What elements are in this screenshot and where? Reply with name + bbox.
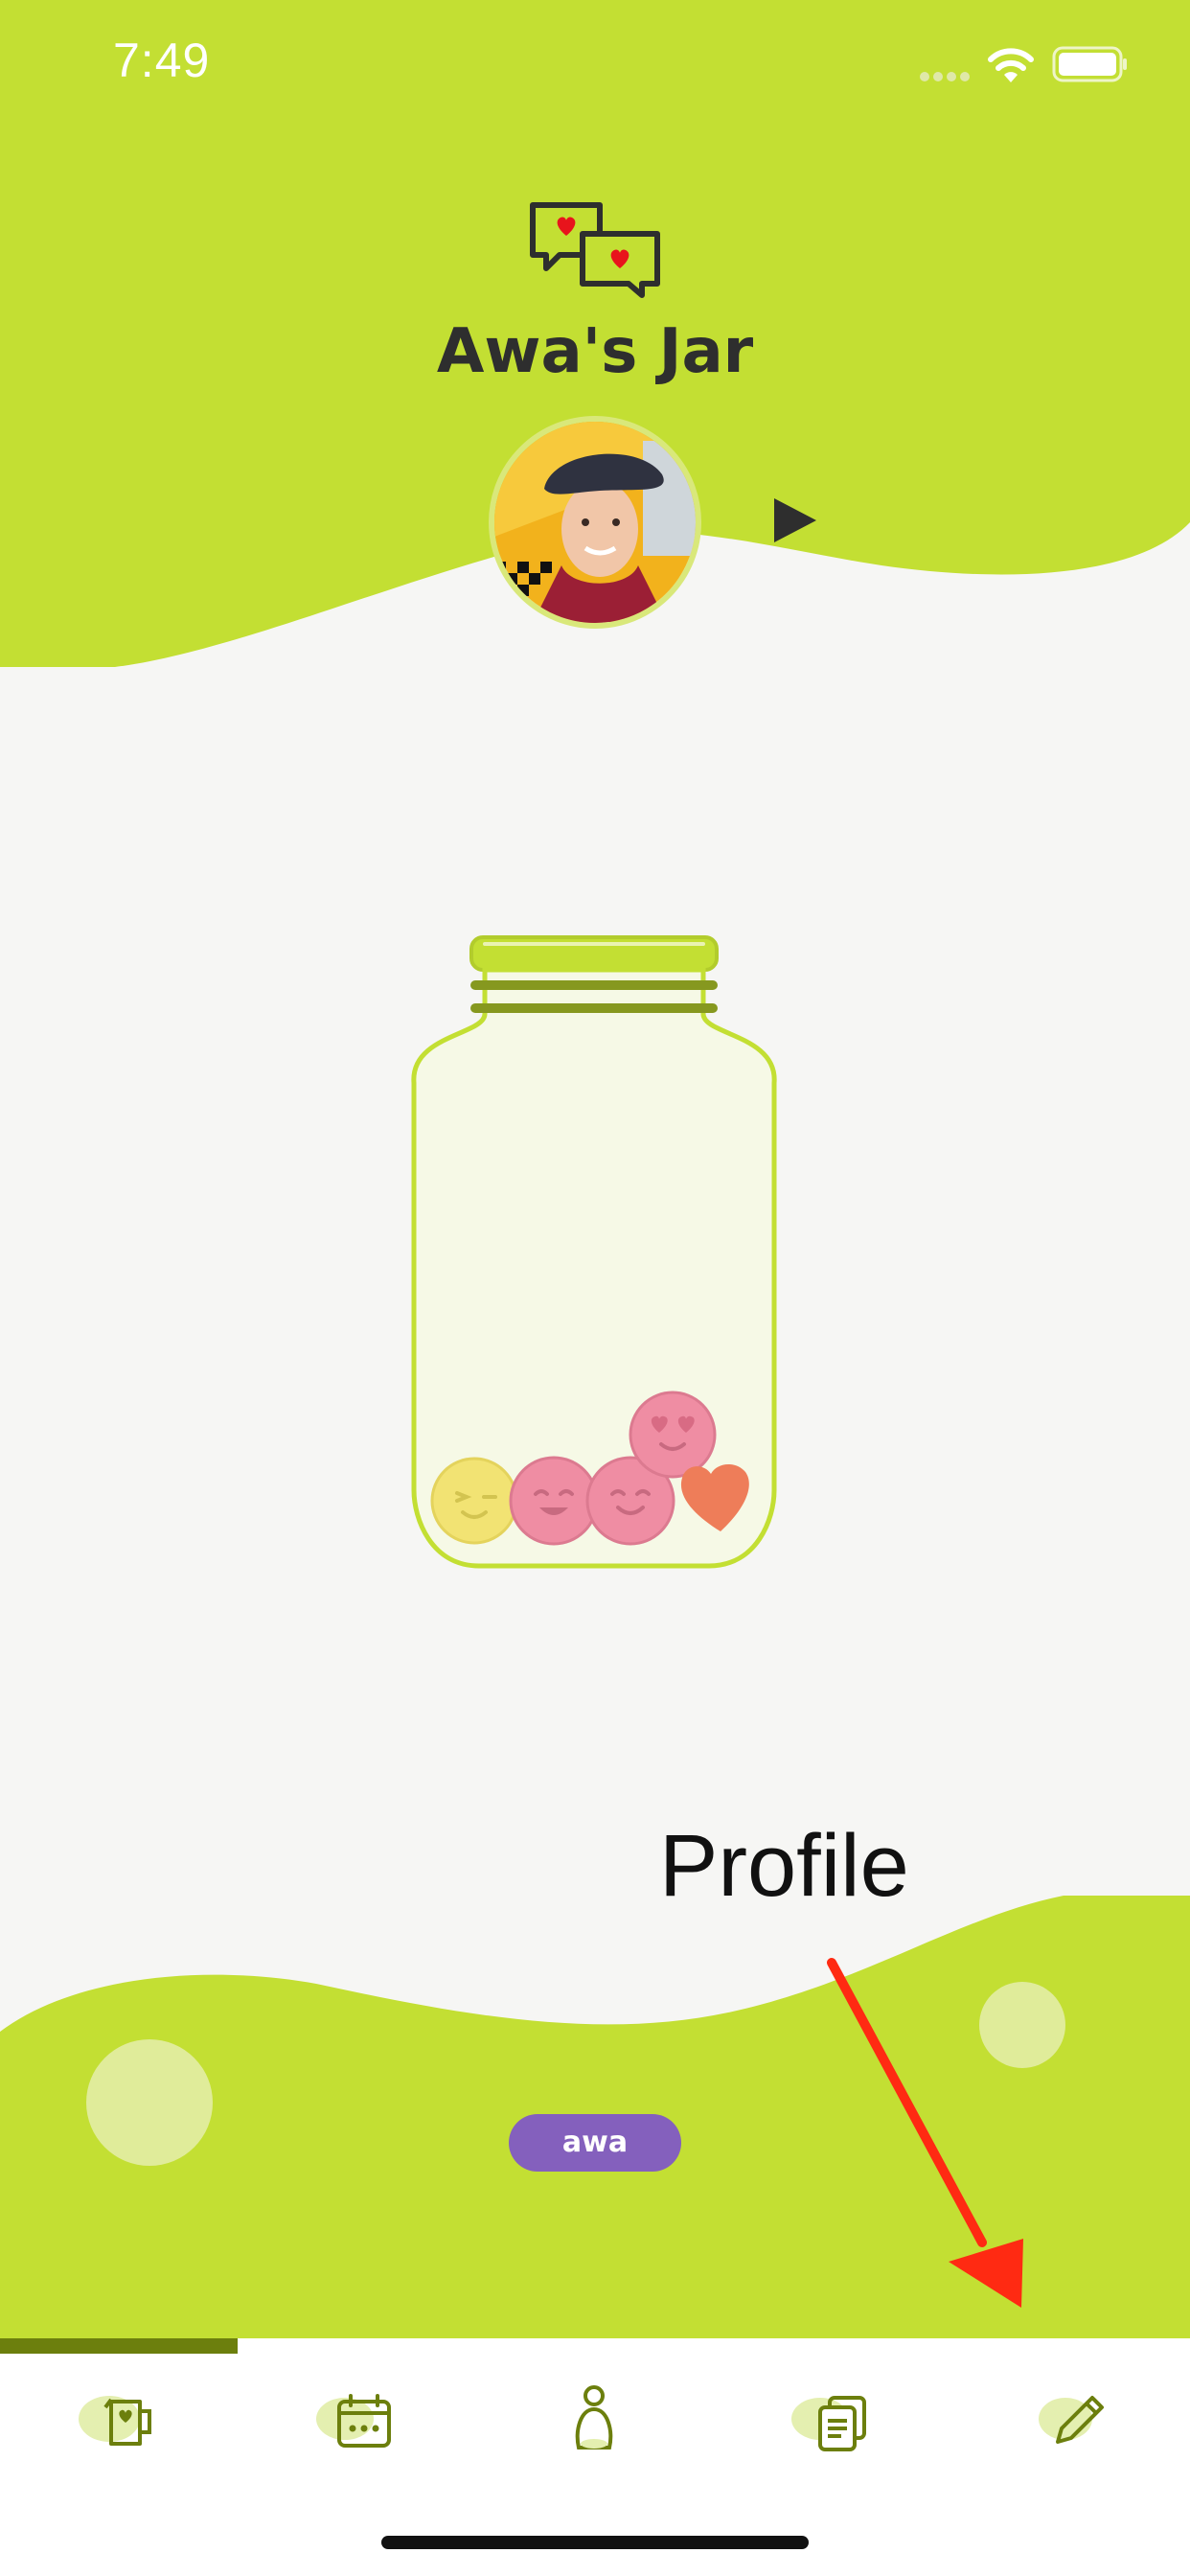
active-tab-indicator bbox=[0, 2338, 238, 2354]
documents-icon bbox=[791, 2396, 866, 2451]
status-time: 7:49 bbox=[113, 34, 211, 87]
tab-person[interactable] bbox=[475, 2354, 713, 2478]
wifi-icon bbox=[985, 44, 1037, 88]
tab-documents[interactable] bbox=[713, 2354, 950, 2478]
avatar[interactable] bbox=[489, 416, 701, 629]
pencil-icon bbox=[1039, 2396, 1104, 2444]
profile-name-badge[interactable]: awa bbox=[509, 2114, 681, 2172]
emoji-wink-ball[interactable] bbox=[430, 1457, 518, 1549]
annotation-arrow-icon bbox=[814, 1955, 1035, 2323]
heart-item[interactable] bbox=[675, 1459, 753, 1539]
battery-icon bbox=[1052, 46, 1129, 88]
tab-jar[interactable] bbox=[0, 2354, 238, 2478]
home-indicator bbox=[381, 2536, 809, 2549]
tab-calendar[interactable] bbox=[238, 2354, 475, 2478]
page-title: Awa's Jar bbox=[436, 316, 754, 387]
signal-icon bbox=[918, 69, 972, 87]
play-icon[interactable] bbox=[772, 496, 818, 548]
jar-mug-icon bbox=[79, 2396, 151, 2446]
calendar-icon bbox=[316, 2394, 391, 2448]
person-icon bbox=[575, 2385, 613, 2450]
chat-hearts-icon bbox=[527, 199, 661, 303]
annotation-label: Profile bbox=[659, 1817, 909, 1915]
tab-edit[interactable] bbox=[950, 2354, 1188, 2478]
